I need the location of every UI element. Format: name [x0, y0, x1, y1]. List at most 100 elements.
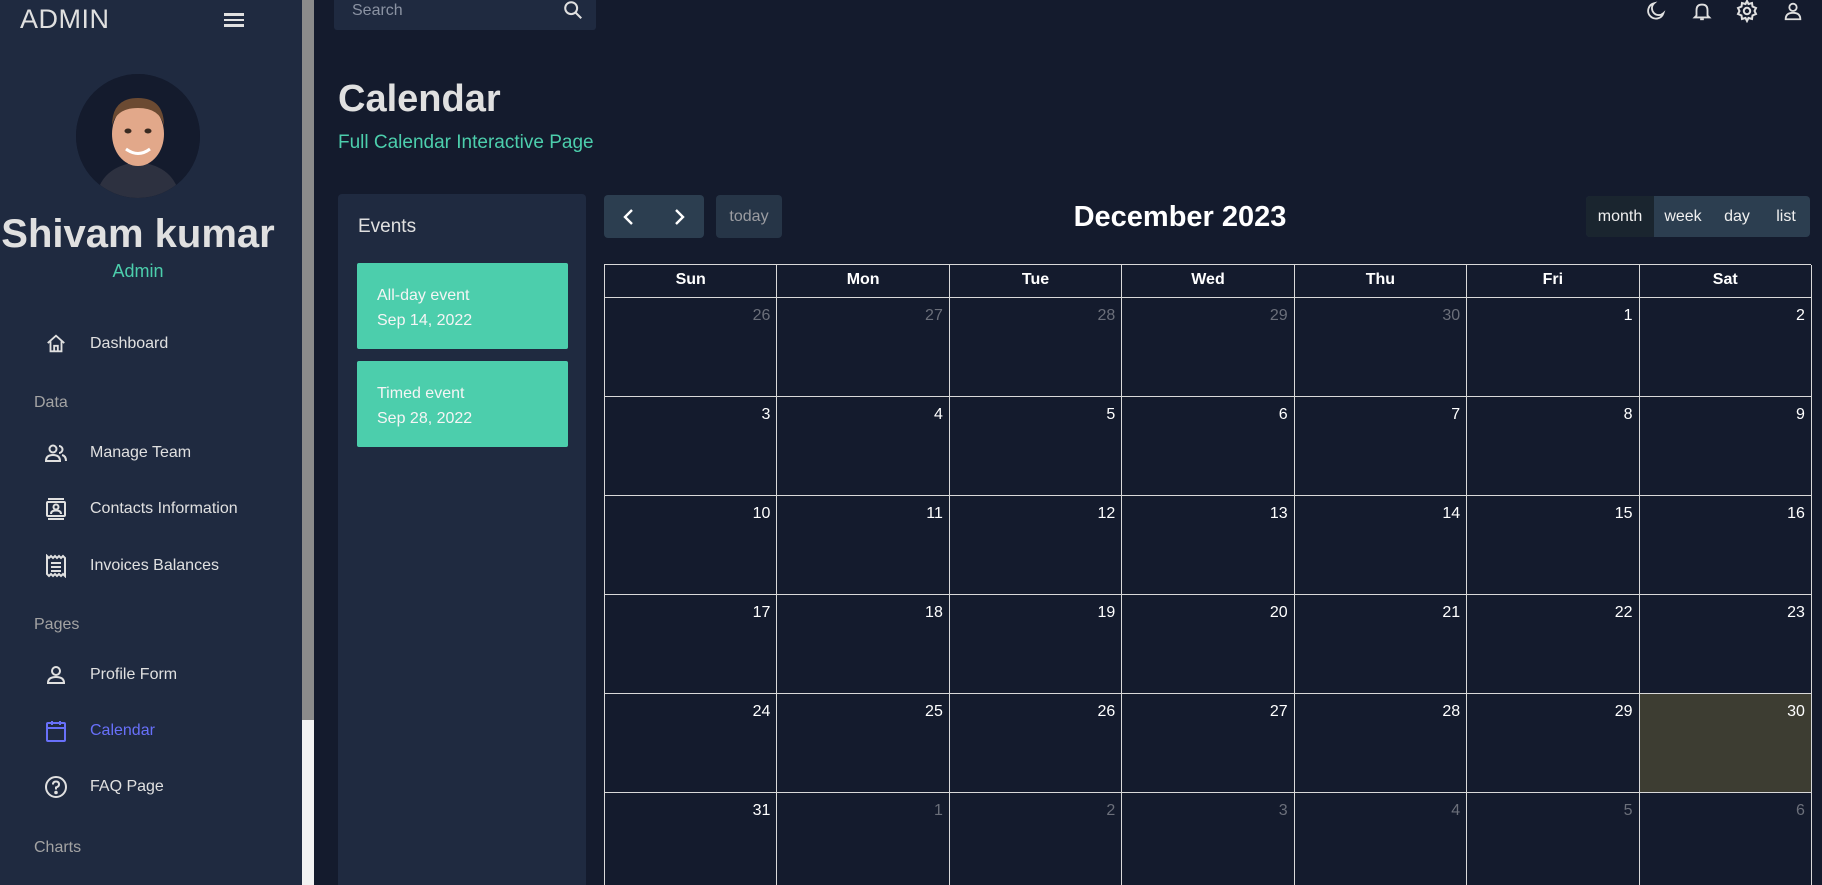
events-title: Events [358, 216, 417, 237]
chevron-left-icon[interactable] [604, 195, 654, 238]
day-cell[interactable]: 7 [1294, 397, 1468, 496]
user-name: Shivam kumar [1, 212, 275, 256]
day-cell[interactable]: 26 [605, 298, 778, 397]
section-label-data: Data [34, 394, 68, 411]
day-cell[interactable]: 4 [1295, 793, 1468, 885]
weekday-header-row: Sun Mon Tue Wed Thu Fri Sat [605, 265, 1812, 298]
day-cell[interactable]: 9 [1639, 397, 1812, 496]
sidebar-item-label: Manage Team [90, 444, 192, 461]
page-subtitle: Full Calendar Interactive Page [338, 132, 594, 153]
day-cell[interactable]: 18 [777, 595, 950, 694]
sidebar-item-label: Calendar [90, 722, 155, 739]
calendar-grid: Sun Mon Tue Wed Thu Fri Sat 26 27 28 29 … [604, 264, 1812, 885]
event-title: All-day event [377, 287, 470, 304]
settings-icon[interactable] [1734, 0, 1760, 24]
sidebar-item-calendar[interactable]: Calendar [44, 716, 155, 746]
sidebar-item-label: FAQ Page [90, 778, 164, 795]
day-cell[interactable]: 21 [1294, 595, 1468, 694]
calendar-body: 26 27 28 29 30 1 2 3 4 5 6 7 8 9 10 11 1… [605, 298, 1812, 885]
view-week-button[interactable]: week [1654, 196, 1712, 237]
weekday-header: Sun [605, 265, 778, 298]
receipt-icon [44, 554, 68, 578]
day-cell[interactable]: 23 [1639, 595, 1812, 694]
section-label-pages: Pages [34, 616, 80, 633]
day-cell[interactable]: 27 [1122, 694, 1295, 793]
sidebar-item-faq[interactable]: FAQ Page [44, 772, 164, 802]
search-input[interactable] [334, 2, 544, 20]
day-cell[interactable]: 8 [1467, 397, 1640, 496]
sidebar-item-label: Invoices Balances [90, 557, 219, 574]
day-cell[interactable]: 16 [1639, 496, 1812, 595]
contacts-icon [44, 497, 68, 521]
today-button[interactable]: today [716, 195, 782, 238]
day-cell[interactable]: 29 [1122, 298, 1295, 397]
event-card[interactable]: Timed event Sep 28, 2022 [357, 361, 568, 447]
event-card[interactable]: All-day event Sep 14, 2022 [357, 263, 568, 349]
day-cell[interactable]: 25 [777, 694, 950, 793]
day-cell[interactable]: 27 [777, 298, 950, 397]
sidebar-item-label: Profile Form [90, 666, 178, 683]
sidebar-item-label: Dashboard [90, 335, 169, 352]
day-cell[interactable]: 15 [1467, 496, 1640, 595]
day-cell[interactable]: 5 [1467, 793, 1640, 885]
day-cell[interactable]: 14 [1294, 496, 1468, 595]
view-switcher: month week day list [1586, 196, 1810, 237]
chevron-right-icon[interactable] [654, 195, 704, 238]
day-cell[interactable]: 19 [949, 595, 1123, 694]
help-icon [44, 775, 68, 799]
day-cell[interactable]: 4 [777, 397, 950, 496]
day-cell[interactable]: 5 [949, 397, 1123, 496]
day-cell[interactable]: 2 [1639, 298, 1812, 397]
profile-icon[interactable] [1780, 0, 1806, 24]
day-cell[interactable]: 1 [777, 793, 950, 885]
day-cell-today[interactable]: 30 [1639, 694, 1812, 793]
day-cell[interactable]: 26 [949, 694, 1123, 793]
brand-title: ADMIN [20, 4, 110, 34]
day-cell[interactable]: 1 [1467, 298, 1640, 397]
notifications-icon[interactable] [1689, 0, 1715, 24]
view-day-button[interactable]: day [1712, 196, 1762, 237]
view-list-button[interactable]: list [1762, 196, 1810, 237]
sidebar: ADMIN Shivam kumar Admin Dashboard Data [0, 0, 302, 885]
day-cell[interactable]: 3 [605, 397, 778, 496]
sidebar-item-profile-form[interactable]: Profile Form [44, 660, 177, 690]
day-cell[interactable]: 30 [1294, 298, 1468, 397]
week-row: 26 27 28 29 30 1 2 [605, 298, 1812, 397]
day-cell[interactable]: 11 [777, 496, 950, 595]
day-cell[interactable]: 20 [1122, 595, 1295, 694]
weekday-header: Wed [1122, 265, 1295, 298]
day-cell[interactable]: 2 [950, 793, 1123, 885]
day-cell[interactable]: 6 [1122, 397, 1295, 496]
sidebar-item-label: Contacts Information [90, 500, 238, 517]
search-icon[interactable] [562, 0, 584, 21]
week-row: 10 11 12 13 14 15 16 [605, 496, 1812, 595]
weekday-header: Thu [1294, 265, 1468, 298]
page-title: Calendar [338, 78, 501, 120]
weekday-header: Tue [949, 265, 1123, 298]
app: ADMIN Shivam kumar Admin Dashboard Data [0, 0, 1822, 885]
sidebar-item-contacts[interactable]: Contacts Information [44, 494, 238, 524]
dark-mode-icon[interactable] [1643, 0, 1669, 24]
sidebar-scrollbar[interactable] [302, 0, 314, 885]
sidebar-scrollbar-thumb[interactable] [302, 0, 314, 720]
day-cell[interactable]: 22 [1467, 595, 1640, 694]
section-label-charts: Charts [34, 839, 82, 856]
view-month-button[interactable]: month [1586, 196, 1654, 237]
day-cell[interactable]: 17 [605, 595, 778, 694]
day-cell[interactable]: 12 [949, 496, 1123, 595]
day-cell[interactable]: 28 [1294, 694, 1468, 793]
day-cell[interactable]: 10 [605, 496, 778, 595]
sidebar-item-manage-team[interactable]: Manage Team [44, 438, 191, 468]
event-title: Timed event [377, 385, 465, 402]
day-cell[interactable]: 28 [949, 298, 1123, 397]
day-cell[interactable]: 13 [1122, 496, 1295, 595]
day-cell[interactable]: 29 [1467, 694, 1640, 793]
day-cell[interactable]: 3 [1122, 793, 1295, 885]
day-cell[interactable]: 6 [1640, 793, 1812, 885]
sidebar-item-invoices[interactable]: Invoices Balances [44, 551, 219, 581]
day-cell[interactable]: 24 [605, 694, 778, 793]
day-cell[interactable]: 31 [605, 793, 778, 885]
event-date: Sep 14, 2022 [377, 312, 473, 329]
menu-toggle-icon[interactable] [222, 10, 246, 30]
sidebar-item-dashboard[interactable]: Dashboard [44, 329, 168, 359]
